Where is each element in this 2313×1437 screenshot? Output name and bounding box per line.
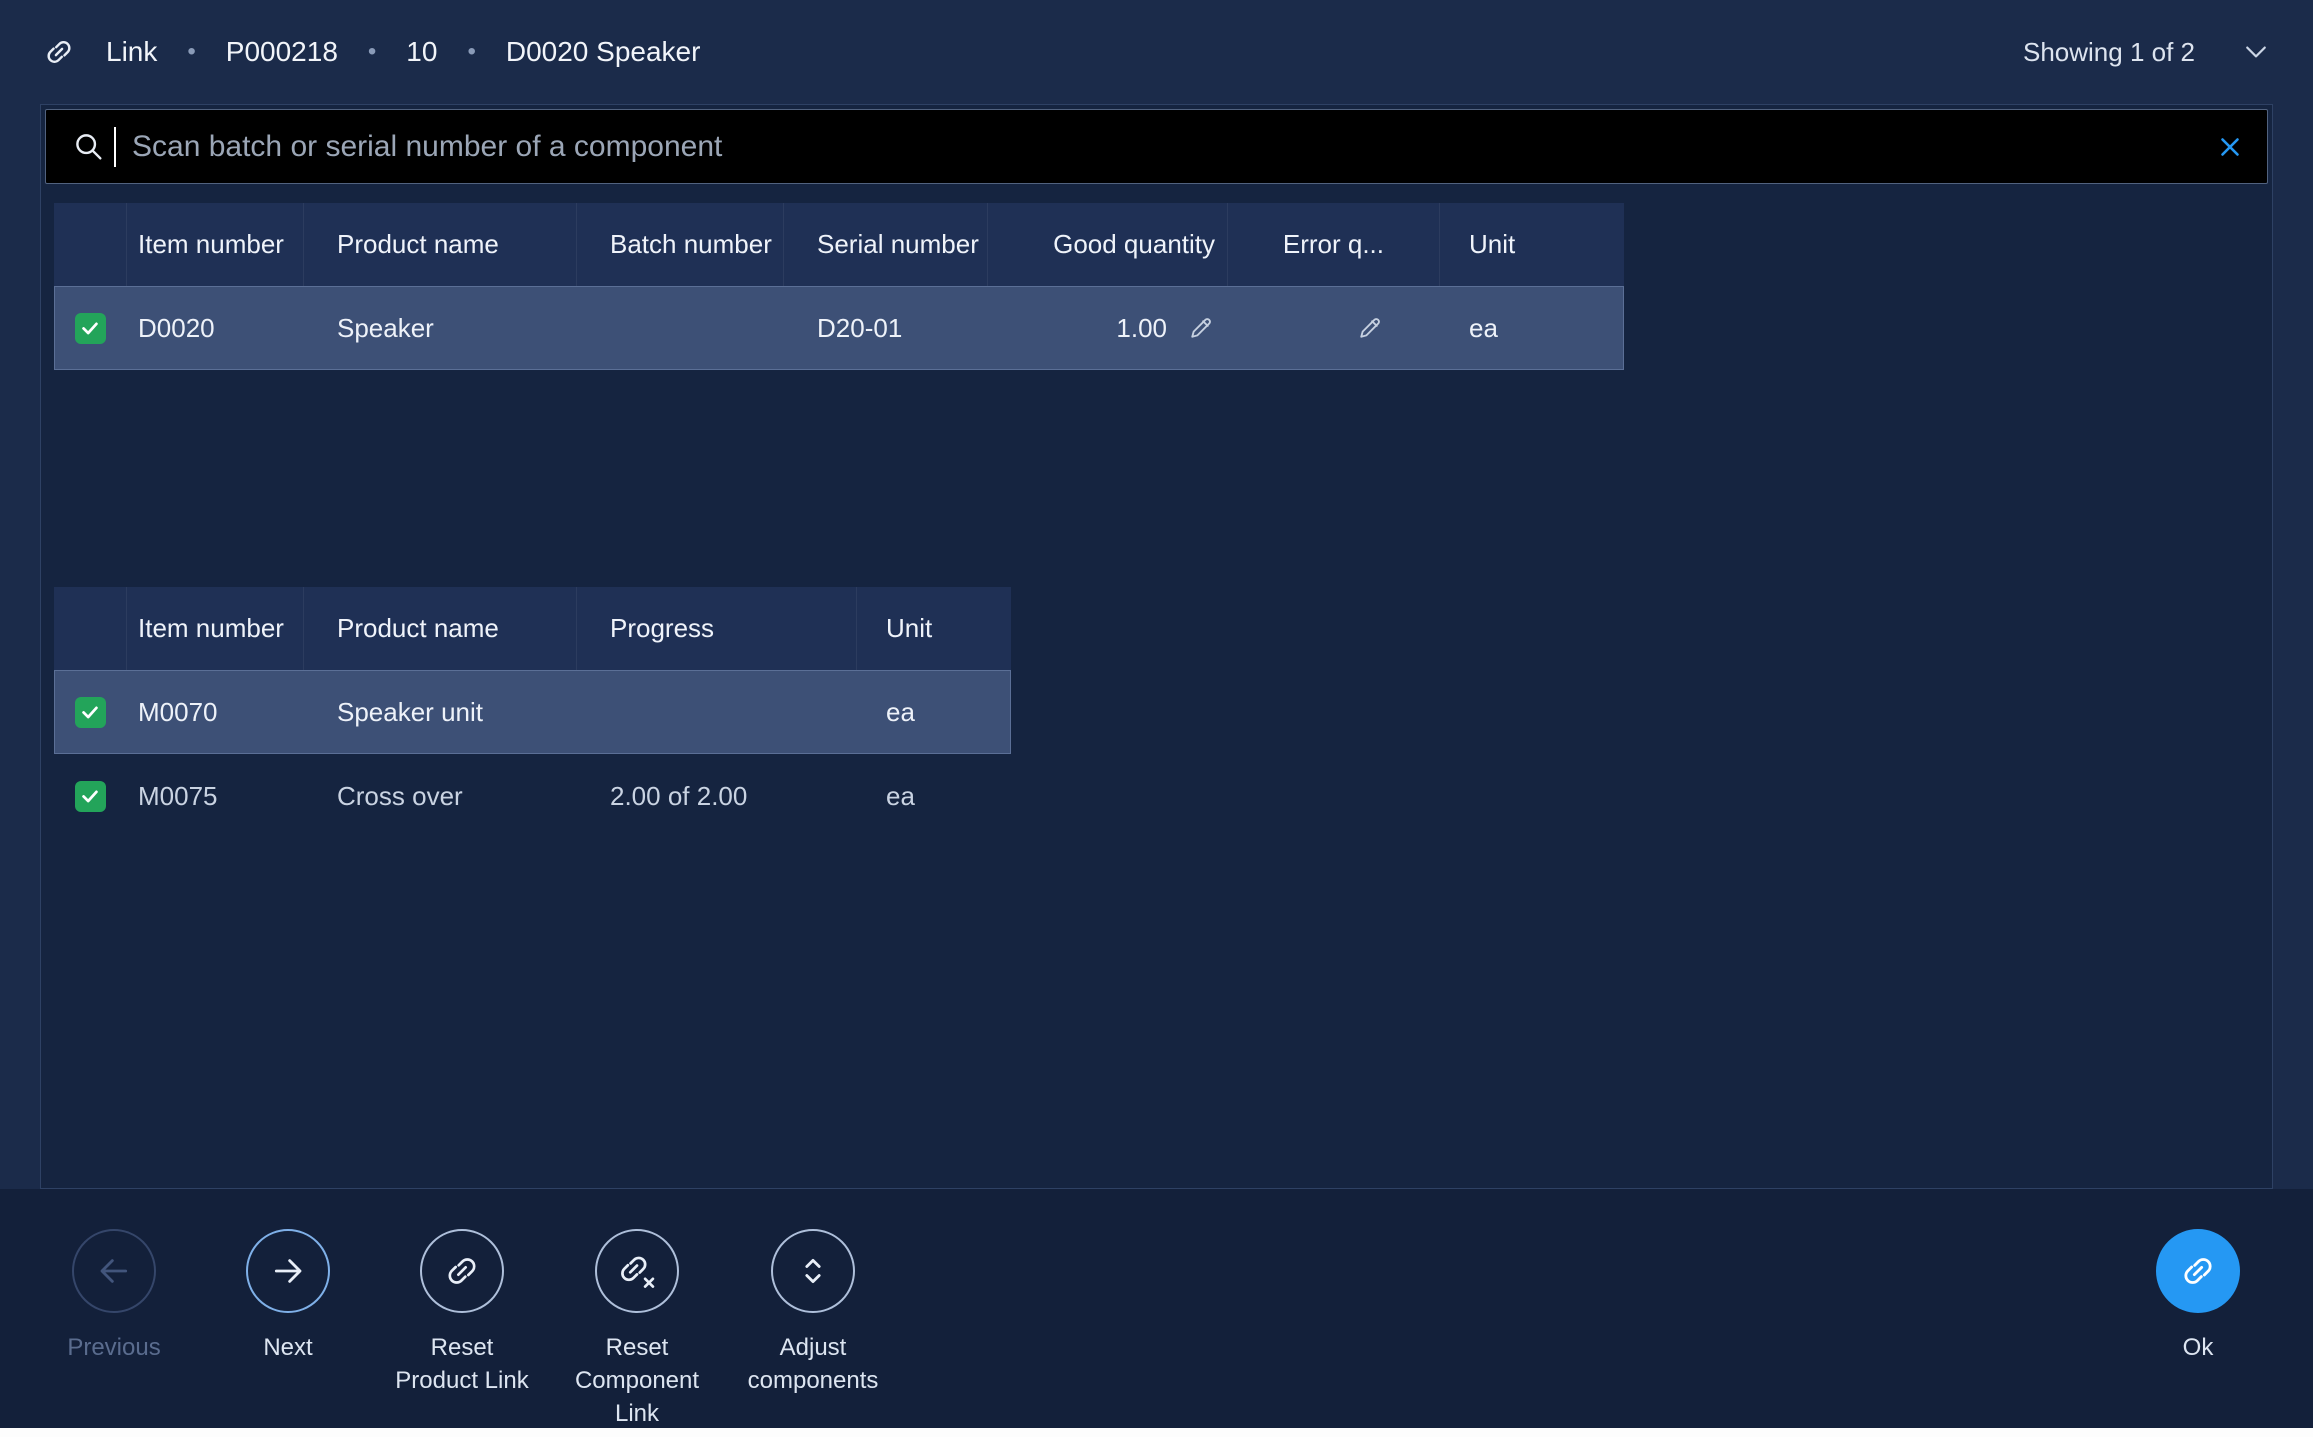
reset-product-link-label: Reset Product Link <box>387 1331 537 1397</box>
cell-item-number: M0075 <box>126 754 303 838</box>
col-product-name: Product name <box>303 203 576 286</box>
unlink-icon <box>615 1249 659 1293</box>
cell-good-quantity: 1.00 <box>1116 313 1167 344</box>
adjust-components-button[interactable]: Adjust components <box>738 1229 888 1397</box>
cell-product-name: Speaker unit <box>303 670 576 754</box>
previous-button[interactable]: Previous <box>39 1229 189 1364</box>
next-button[interactable]: Next <box>213 1229 363 1364</box>
top-bar: Link • P000218 • 10 • D0020 Speaker Show… <box>0 0 2313 104</box>
cell-product-name: Cross over <box>303 754 576 838</box>
col-item-number: Item number <box>126 587 303 670</box>
col-select <box>54 203 126 286</box>
ok-button[interactable]: Ok <box>2123 1229 2273 1364</box>
breadcrumb: Link • P000218 • 10 • D0020 Speaker <box>42 35 700 69</box>
previous-label: Previous <box>67 1331 160 1364</box>
breadcrumb-production-order: P000218 <box>226 36 338 68</box>
breadcrumb-separator: • <box>467 38 475 66</box>
cell-item-number: D0020 <box>126 286 303 370</box>
cell-progress <box>576 670 856 754</box>
cell-unit: ea <box>1439 286 1624 370</box>
bottom-toolbar: Previous Next <box>0 1189 2313 1428</box>
next-label: Next <box>263 1331 312 1364</box>
chevron-down-icon[interactable] <box>2241 37 2271 67</box>
adjust-components-label: Adjust components <box>738 1331 888 1397</box>
bottom-strip <box>0 1428 2313 1437</box>
product-table: Item number Product name Batch number Se… <box>54 203 1624 370</box>
cell-unit: ea <box>856 754 1011 838</box>
breadcrumb-operation: 10 <box>406 36 437 68</box>
component-table-header: Item number Product name Progress Unit <box>54 587 1011 670</box>
clear-search-icon[interactable] <box>2215 132 2245 162</box>
cell-serial-number: D20-01 <box>783 286 987 370</box>
arrow-left-icon <box>94 1251 134 1291</box>
cell-product-name: Speaker <box>303 286 576 370</box>
cell-unit: ea <box>856 670 1011 754</box>
col-unit: Unit <box>1439 203 1624 286</box>
col-product-name: Product name <box>303 587 576 670</box>
search-input[interactable] <box>46 110 2267 183</box>
ok-label: Ok <box>2183 1331 2214 1364</box>
col-progress: Progress <box>576 587 856 670</box>
edit-good-quantity-icon[interactable] <box>1187 314 1215 342</box>
col-serial-number: Serial number <box>783 203 987 286</box>
breadcrumb-product: D0020 Speaker <box>506 36 701 68</box>
link-icon <box>42 35 76 69</box>
col-batch-number: Batch number <box>576 203 783 286</box>
top-bar-right: Showing 1 of 2 <box>2023 37 2271 68</box>
content-panel: Item number Product name Batch number Se… <box>40 104 2273 1189</box>
col-unit: Unit <box>856 587 1011 670</box>
breadcrumb-link: Link <box>106 36 157 68</box>
col-item-number: Item number <box>126 203 303 286</box>
reset-product-link-button[interactable]: Reset Product Link <box>387 1229 537 1397</box>
component-table-row[interactable]: M0075 Cross over 2.00 of 2.00 ea <box>54 754 1011 838</box>
col-good-quantity: Good quantity <box>987 203 1227 286</box>
edit-error-quantity-icon[interactable] <box>1356 314 1384 342</box>
breadcrumb-separator: • <box>187 38 195 66</box>
component-table-row[interactable]: M0070 Speaker unit ea <box>54 670 1011 754</box>
col-select <box>54 587 126 670</box>
product-table-header: Item number Product name Batch number Se… <box>54 203 1624 286</box>
link-icon <box>2178 1251 2218 1291</box>
showing-count: Showing 1 of 2 <box>2023 37 2195 68</box>
breadcrumb-separator: • <box>368 38 376 66</box>
link-icon <box>442 1251 482 1291</box>
component-table: Item number Product name Progress Unit M… <box>54 587 1011 838</box>
reset-component-link-label: Reset Component Link <box>562 1331 712 1428</box>
row-checkbox[interactable] <box>75 697 106 728</box>
row-checkbox[interactable] <box>75 313 106 344</box>
cell-progress: 2.00 of 2.00 <box>576 754 856 838</box>
adjust-up-down-icon <box>793 1251 833 1291</box>
arrow-right-icon <box>268 1251 308 1291</box>
cell-batch-number <box>576 286 783 370</box>
reset-component-link-button[interactable]: Reset Component Link <box>562 1229 712 1428</box>
row-checkbox[interactable] <box>75 781 106 812</box>
product-table-row[interactable]: D0020 Speaker D20-01 1.00 <box>54 286 1624 370</box>
link-components-screen: Link • P000218 • 10 • D0020 Speaker Show… <box>0 0 2313 1437</box>
cell-item-number: M0070 <box>126 670 303 754</box>
search-bar <box>45 109 2268 184</box>
col-error-quantity: Error q... <box>1227 203 1439 286</box>
